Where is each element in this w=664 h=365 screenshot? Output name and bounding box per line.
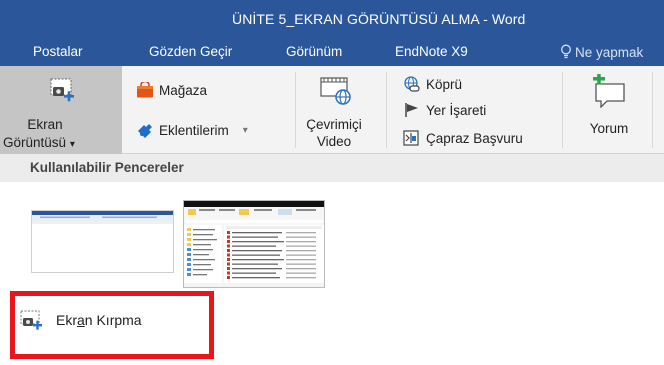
link-icon [404, 76, 420, 92]
ribbon-separator [652, 72, 653, 148]
tab-postalar[interactable]: Postalar [33, 44, 83, 59]
explorer-window-preview [183, 201, 325, 287]
available-windows-title: Kullanılabilir Pencereler [30, 160, 184, 175]
chevron-down-icon: ▾ [242, 124, 248, 136]
screenshot-label-line1: Ekran [27, 117, 63, 132]
tab-endnote[interactable]: EndNote X9 [395, 44, 468, 59]
window-thumbnail-explorer[interactable] [183, 200, 325, 288]
cross-reference-label: Çapraz Başvuru [426, 130, 523, 146]
ribbon: Ekran Görüntüsü ▾ Mağaza Eklentilerim ▾ [0, 66, 664, 154]
ribbon-tab-bar: Postalar Gözden Geçir Görünüm EndNote X9… [0, 38, 664, 66]
tell-me-box[interactable]: Ne yapmak [559, 44, 643, 60]
online-video-label-line1: Çevrimiçi [306, 117, 362, 132]
online-video-icon [320, 77, 351, 105]
screenshot-icon [50, 78, 74, 102]
store-icon [137, 82, 153, 98]
link-button[interactable]: Köprü [403, 76, 462, 92]
new-comment-icon [593, 74, 625, 108]
ribbon-separator [562, 72, 563, 148]
ribbon-separator [295, 72, 296, 148]
online-video-label-line2: Video [316, 134, 352, 149]
window-title: ÜNİTE 5_EKRAN GÖRÜNTÜSÜ ALMA - Word [232, 11, 526, 27]
window-thumbnail-word[interactable] [31, 210, 174, 273]
chevron-down-icon: ▾ [69, 139, 75, 150]
store-button[interactable]: Mağaza [136, 82, 207, 98]
cross-reference-button[interactable]: Çapraz Başvuru [403, 130, 523, 146]
title-bar: ÜNİTE 5_EKRAN GÖRÜNTÜSÜ ALMA - Word [0, 0, 664, 38]
tab-gorunum[interactable]: Görünüm [286, 44, 342, 59]
available-windows-header: Kullanılabilir Pencereler [0, 154, 664, 182]
tell-me-placeholder: Ne yapmak [575, 45, 644, 60]
link-label: Köprü [426, 76, 463, 92]
screenshot-label-line2: Görüntüsü [3, 135, 67, 150]
highlight-box [10, 291, 214, 359]
bookmark-label: Yer İşareti [426, 102, 487, 118]
lightbulb-icon [561, 44, 571, 59]
my-addins-button[interactable]: Eklentilerim ▾ [136, 122, 248, 138]
store-label: Mağaza [159, 82, 208, 98]
screenshot-button[interactable]: Ekran Görüntüsü ▾ [0, 66, 122, 154]
bookmark-flag-icon [405, 103, 418, 117]
comment-label: Yorum [589, 121, 629, 136]
online-video-button[interactable]: Çevrimiçi Video [298, 66, 370, 154]
comment-button[interactable]: Yorum [570, 66, 648, 154]
word-window-preview [32, 211, 173, 272]
ribbon-separator [386, 72, 387, 148]
bookmark-button[interactable]: Yer İşareti [403, 102, 486, 118]
cross-reference-icon [403, 130, 419, 146]
addins-icon [138, 124, 152, 138]
tab-gozden-gecir[interactable]: Gözden Geçir [149, 44, 232, 59]
addins-label: Eklentilerim [159, 122, 229, 138]
